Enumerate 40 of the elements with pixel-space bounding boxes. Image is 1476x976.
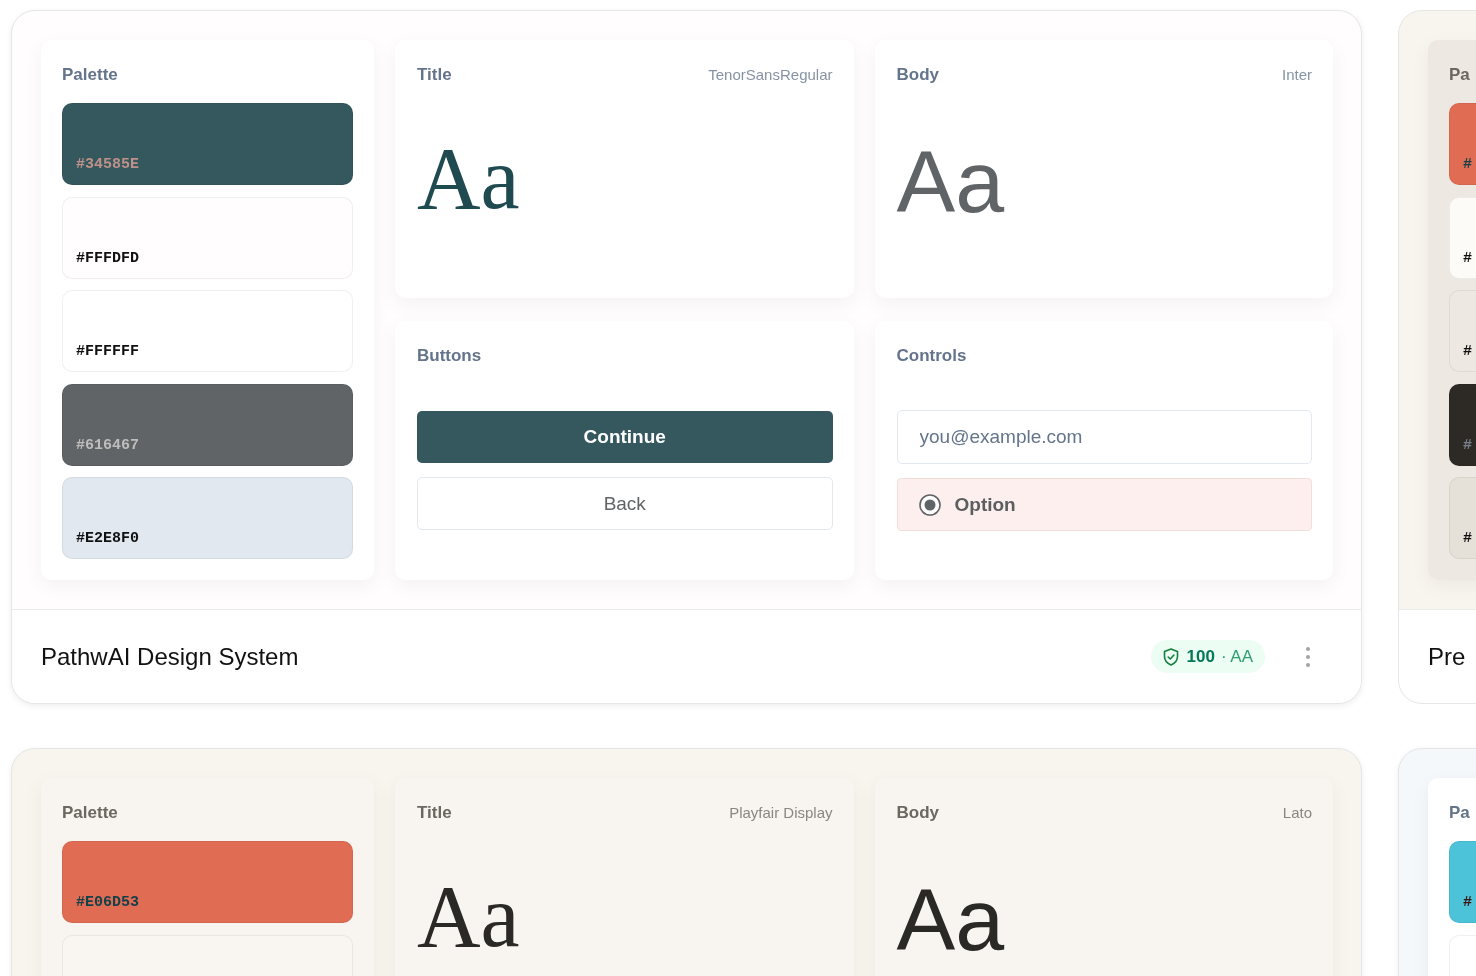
- primary-button[interactable]: Continue: [417, 411, 833, 463]
- hex-code: #34585E: [76, 156, 139, 174]
- panel-heading: Pa: [1449, 65, 1470, 85]
- font-name: Inter: [1282, 65, 1312, 85]
- vertical-dots-icon: [1306, 646, 1310, 667]
- hex-code: #: [1463, 156, 1472, 174]
- hex-code: #FFFFFF: [76, 343, 139, 361]
- design-system-name: PathwAI Design System: [41, 642, 299, 671]
- panel-heading: Palette: [62, 65, 118, 85]
- panel-heading: Body: [896, 803, 939, 823]
- hex-code: #: [1463, 530, 1472, 548]
- font-name: Playfair Display: [729, 803, 833, 823]
- panel-heading: Body: [896, 65, 939, 85]
- shield-check-icon: [1162, 647, 1179, 666]
- body-font-sample: Aa: [896, 876, 1005, 964]
- radio-option[interactable]: Option: [896, 478, 1312, 531]
- panel-heading: Title: [417, 803, 452, 823]
- font-name: TenorSansRegular: [708, 65, 833, 85]
- email-input[interactable]: you@example.com: [896, 410, 1312, 464]
- hex-code: #616467: [76, 436, 139, 455]
- body-font-sample: Aa: [896, 138, 1005, 226]
- secondary-button[interactable]: Back: [417, 477, 833, 530]
- panel-heading: Pa: [1449, 803, 1470, 823]
- hex-code: #: [1463, 249, 1472, 268]
- title-font-sample: Aa: [417, 873, 520, 961]
- hex-code: #: [1463, 343, 1472, 361]
- hex-code: #FFFDFD: [76, 249, 139, 268]
- panel-heading: Palette: [62, 803, 118, 823]
- title-font-sample: Aa: [417, 135, 520, 223]
- design-system-name: Pre: [1428, 642, 1466, 671]
- font-name: Lato: [1282, 803, 1312, 823]
- panel-heading: Controls: [896, 346, 967, 366]
- panel-heading: Buttons: [417, 346, 482, 366]
- hex-code: #E2E8F0: [76, 530, 139, 548]
- score-text: 100: [1186, 646, 1215, 667]
- hex-code: #: [1463, 436, 1472, 455]
- hex-code: #: [1463, 894, 1472, 912]
- hex-code: #E06D53: [76, 894, 139, 912]
- grade-text: · AA: [1220, 646, 1253, 667]
- panel-heading: Title: [417, 65, 452, 85]
